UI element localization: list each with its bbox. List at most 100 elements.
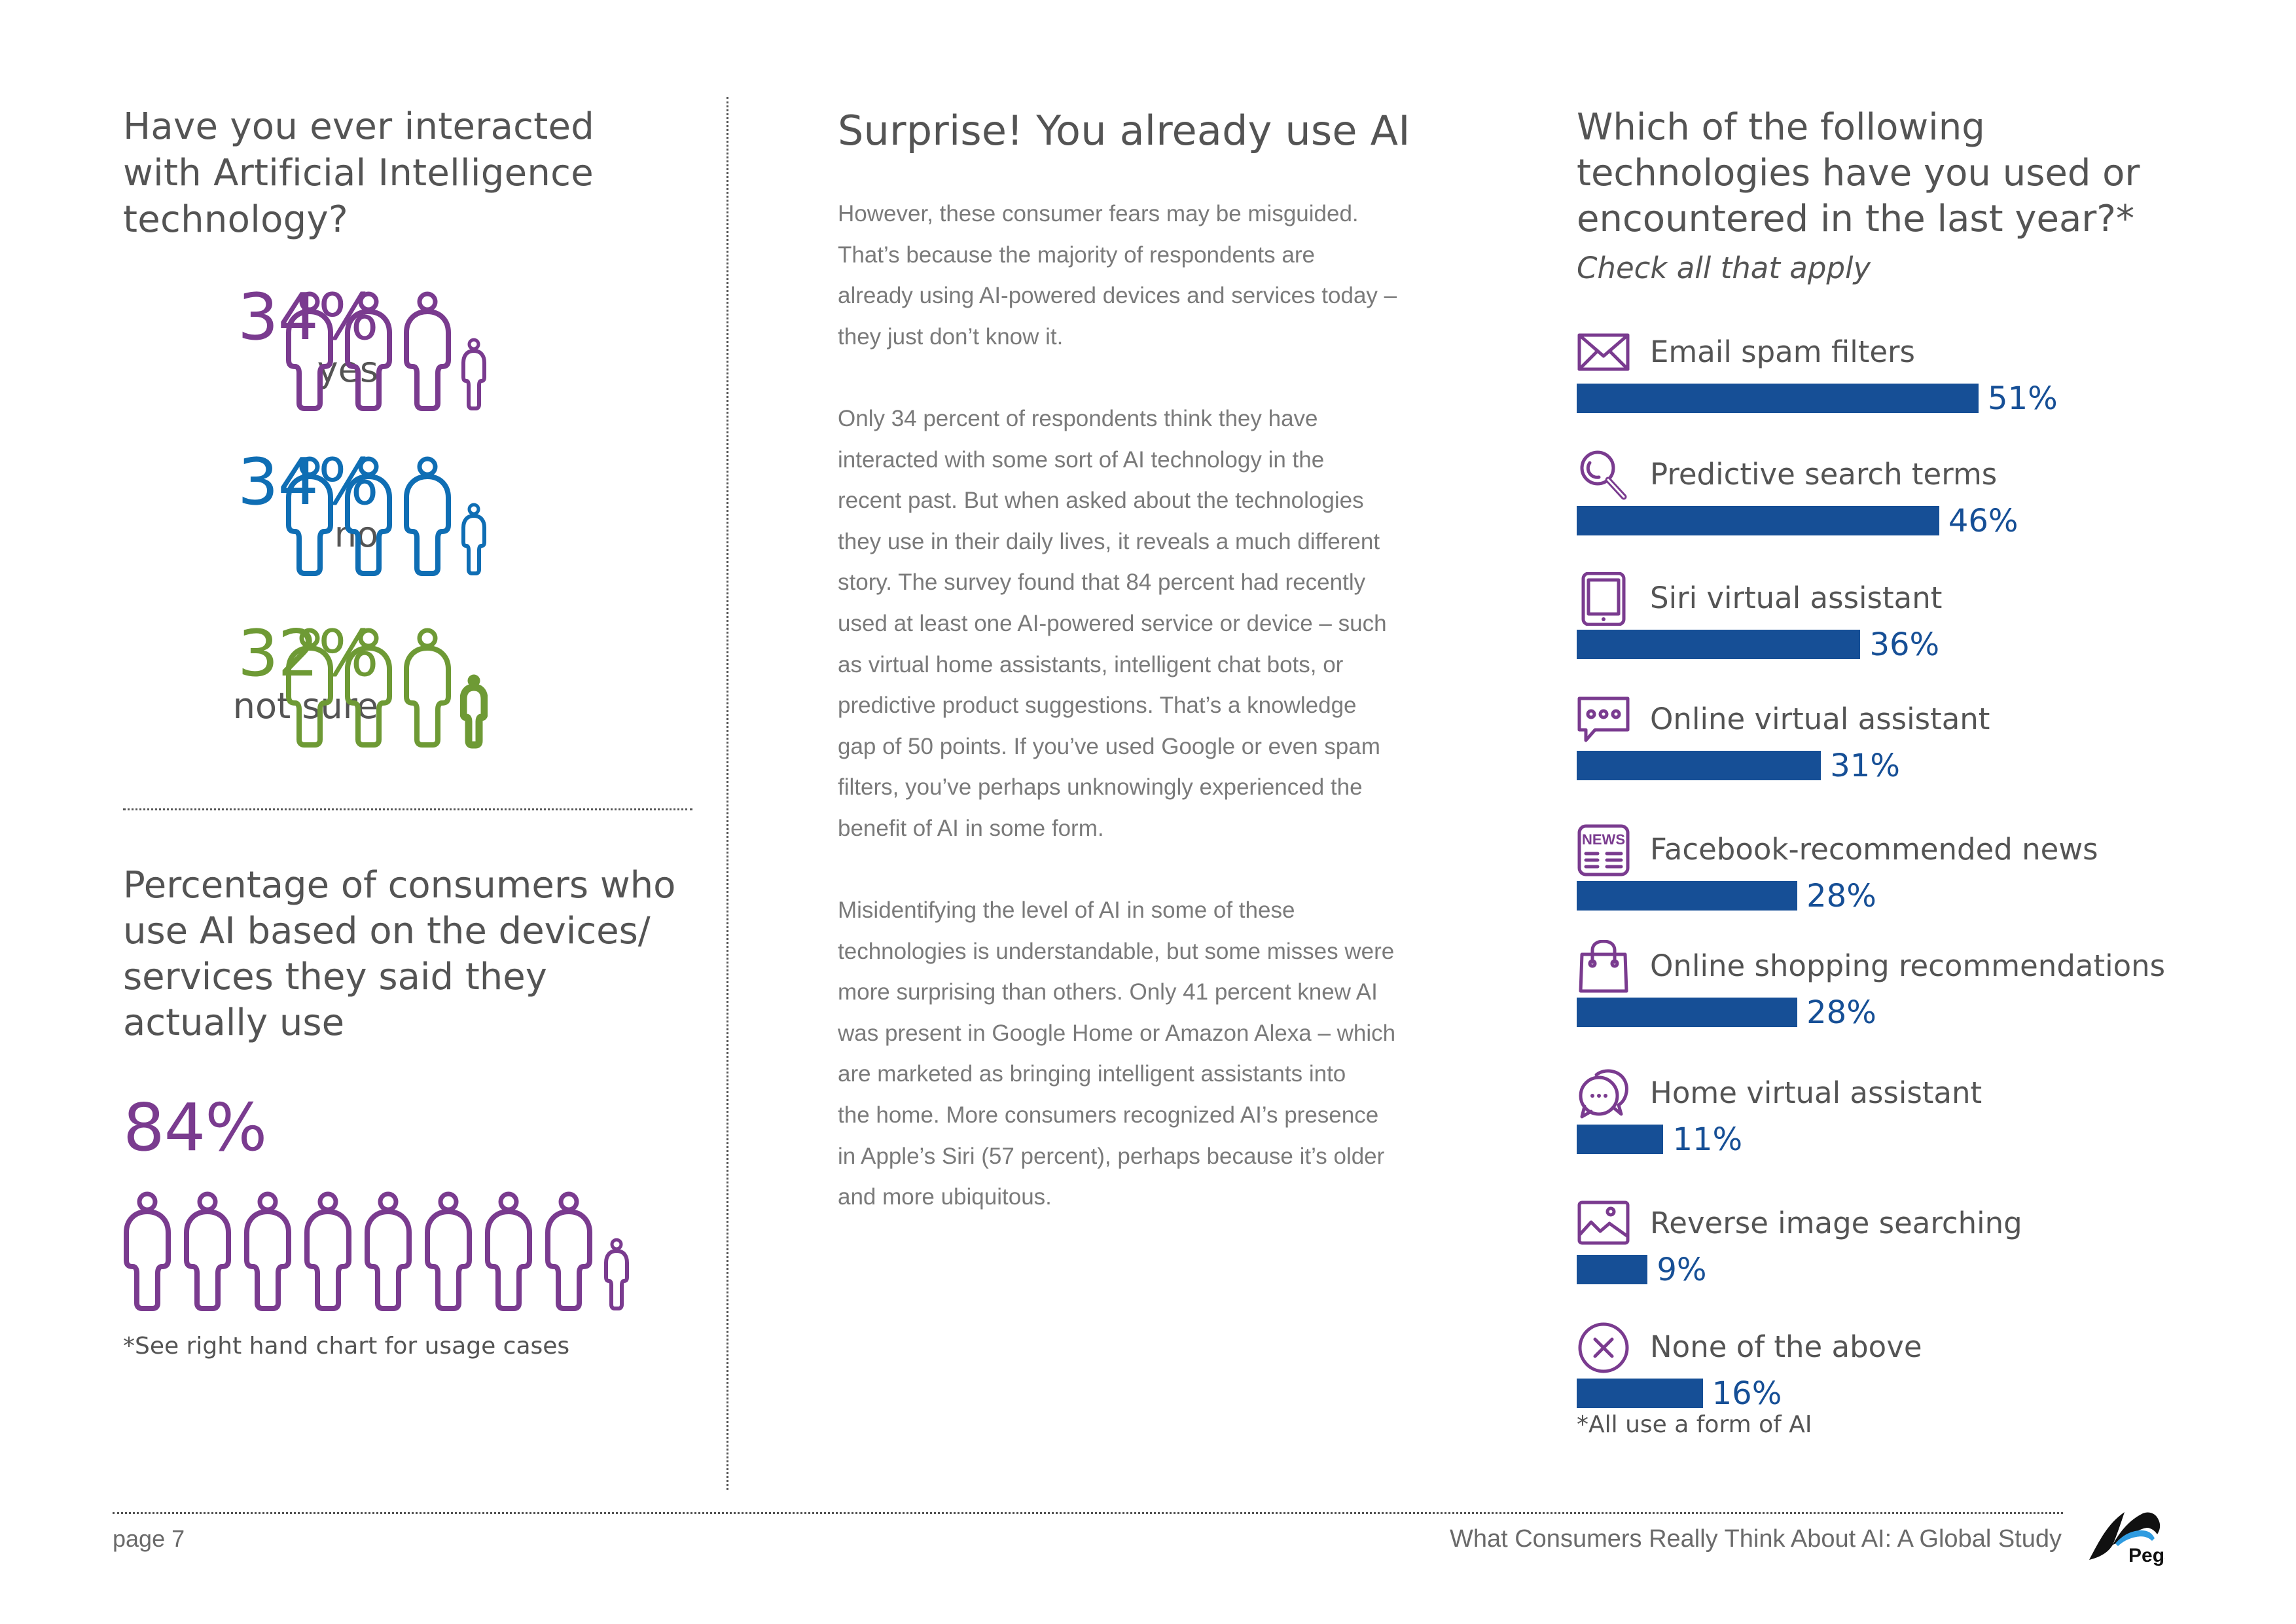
paragraph-line: predictive product suggestions. That’s a… — [838, 693, 1357, 719]
footer-divider — [113, 1512, 2063, 1514]
category-label: Online shopping recommendations — [1650, 948, 2166, 983]
paragraph-line: filters, you’ve perhaps unknowingly expe… — [838, 774, 1363, 801]
technology-usage-chart: Email spam filters 51% Predictive search t… — [1571, 319, 2225, 1421]
chart-row: Online shopping recommendations 28% — [1571, 933, 2225, 1056]
title-line: with Artificial Intelligence — [123, 152, 594, 194]
adult-person-icon — [124, 1191, 171, 1311]
bar — [1577, 1255, 1648, 1284]
adult-person-icon — [404, 628, 451, 748]
adult-person-icon — [286, 291, 333, 411]
paragraph-line: gap of 50 points. If you’ve used Google … — [838, 733, 1380, 759]
category-icon — [1577, 1321, 1630, 1375]
category-icon — [1577, 1067, 1630, 1121]
paragraph-line: technologies is understandable, but some… — [838, 938, 1395, 964]
article-paragraph: Only 34 percent of respondents think the… — [838, 399, 1479, 850]
bar — [1577, 506, 1939, 535]
pega-horse-icon: Pega — [2089, 1512, 2176, 1566]
stat-yes: 34% yes — [117, 281, 706, 412]
chat-bubble-icon — [1577, 696, 1630, 742]
category-label: Online virtual assistant — [1650, 702, 1990, 736]
chart-row: Reverse image searching 9% — [1571, 1191, 2225, 1313]
category-label: Email spam filters — [1650, 334, 1915, 369]
category-label: Predictive search terms — [1650, 457, 1998, 492]
bar-value-label: 28% — [1806, 878, 1876, 914]
category-icon — [1577, 693, 1630, 747]
pega-logo: Pega — [2087, 1504, 2176, 1566]
image-icon — [1577, 1200, 1630, 1245]
paragraph-line: as virtual home assistants, intelligent … — [838, 651, 1344, 677]
bar — [1577, 998, 1798, 1027]
usage-percent: 84% — [123, 1089, 267, 1166]
chart-title: Which of the following technologies have… — [1577, 105, 2218, 242]
bar-value-label: 51% — [1988, 380, 2058, 417]
shopping-bag-icon — [1579, 939, 1628, 993]
x-circle-icon — [1578, 1322, 1629, 1373]
paragraph-line: are marketed as bringing intelligent ass… — [838, 1061, 1346, 1087]
chart-row: Home virtual assistant 11% — [1571, 1060, 2225, 1183]
paragraph-line: recent past. But when asked about the te… — [838, 488, 1364, 514]
chart-row: Siri virtual assistant 36% — [1571, 566, 2225, 688]
paragraph-line: more surprising than others. Only 41 per… — [838, 979, 1378, 1005]
category-label: Facebook-recommended news — [1650, 832, 2098, 867]
category-icon — [1577, 326, 1630, 380]
article-body: However, these consumer fears may be mis… — [838, 194, 1479, 1259]
category-icon — [1577, 1197, 1630, 1251]
bar-value-label: 31% — [1830, 748, 1900, 784]
paragraph-line: benefit of AI in some form. — [838, 815, 1104, 841]
bar — [1577, 1379, 1703, 1408]
usage-people-pictogram — [121, 1182, 630, 1312]
paragraph-line: in Apple’s Siri (57 percent), perhaps be… — [838, 1143, 1385, 1169]
stat-no: 34% no — [117, 446, 706, 577]
adult-person-icon — [365, 1191, 412, 1311]
title-line: actually use — [123, 1001, 345, 1044]
document-title: What Consumers Really Think About AI: A … — [1449, 1525, 2062, 1553]
paragraph-line: the home. More consumers recognized AI’s… — [838, 1102, 1379, 1128]
adult-person-icon — [425, 1191, 472, 1311]
bar — [1577, 751, 1821, 780]
adult-person-icon — [345, 628, 392, 748]
category-label: Siri virtual assistant — [1650, 581, 1943, 615]
bar-value-label: 11% — [1672, 1121, 1743, 1158]
adult-person-icon — [404, 291, 451, 411]
adult-person-icon — [485, 1191, 532, 1311]
bar — [1577, 1125, 1664, 1154]
usage-footnote: *See right hand chart for usage cases — [123, 1333, 570, 1360]
bar — [1577, 881, 1798, 911]
category-icon — [1577, 939, 1630, 994]
people-pictogram — [283, 618, 488, 749]
paragraph-line: Misidentifying the level of AI in some o… — [838, 897, 1295, 924]
title-line: technology? — [123, 198, 348, 241]
bar-value-label: 28% — [1806, 994, 1876, 1031]
article-title: Surprise! You already use AI — [838, 107, 1410, 154]
article-paragraph: However, these consumer fears may be mis… — [838, 194, 1479, 357]
adult-person-icon — [304, 1191, 351, 1311]
bar-value-label: 9% — [1657, 1252, 1707, 1288]
child-person-icon — [460, 674, 488, 749]
title-line: services they said they — [123, 956, 547, 998]
adult-person-icon — [286, 628, 333, 748]
people-pictogram — [283, 446, 488, 577]
people-pictogram — [283, 281, 488, 412]
chart-row: Predictive search terms 46% — [1571, 442, 2225, 564]
adult-person-icon — [545, 1191, 592, 1311]
bar — [1577, 384, 1979, 413]
paragraph-line: That’s because the majority of responden… — [838, 242, 1315, 268]
adult-person-icon — [345, 456, 392, 576]
chart-footnote: *All use a form of AI — [1577, 1411, 1812, 1438]
column-divider — [726, 97, 728, 1490]
category-label: Home virtual assistant — [1650, 1075, 1982, 1110]
section-divider — [123, 808, 692, 810]
title-line: use AI based on the devices/ — [123, 910, 651, 952]
child-person-icon — [461, 503, 486, 575]
paragraph-line: Only 34 percent of respondents think the… — [838, 405, 1318, 431]
title-line: Have you ever interacted — [123, 105, 595, 148]
logo-text: Pega — [2128, 1545, 2165, 1566]
chart-subtitle: Check all that apply — [1577, 251, 1871, 285]
title-line: encountered in the last year?* — [1577, 198, 2135, 240]
category-icon — [1577, 571, 1630, 626]
page-number: page 7 — [113, 1525, 185, 1552]
adult-person-icon — [404, 456, 451, 576]
chart-row: Online virtual assistant 31% — [1571, 687, 2225, 809]
bar-value-label: 46% — [1948, 503, 2018, 539]
adult-person-icon — [345, 291, 392, 411]
